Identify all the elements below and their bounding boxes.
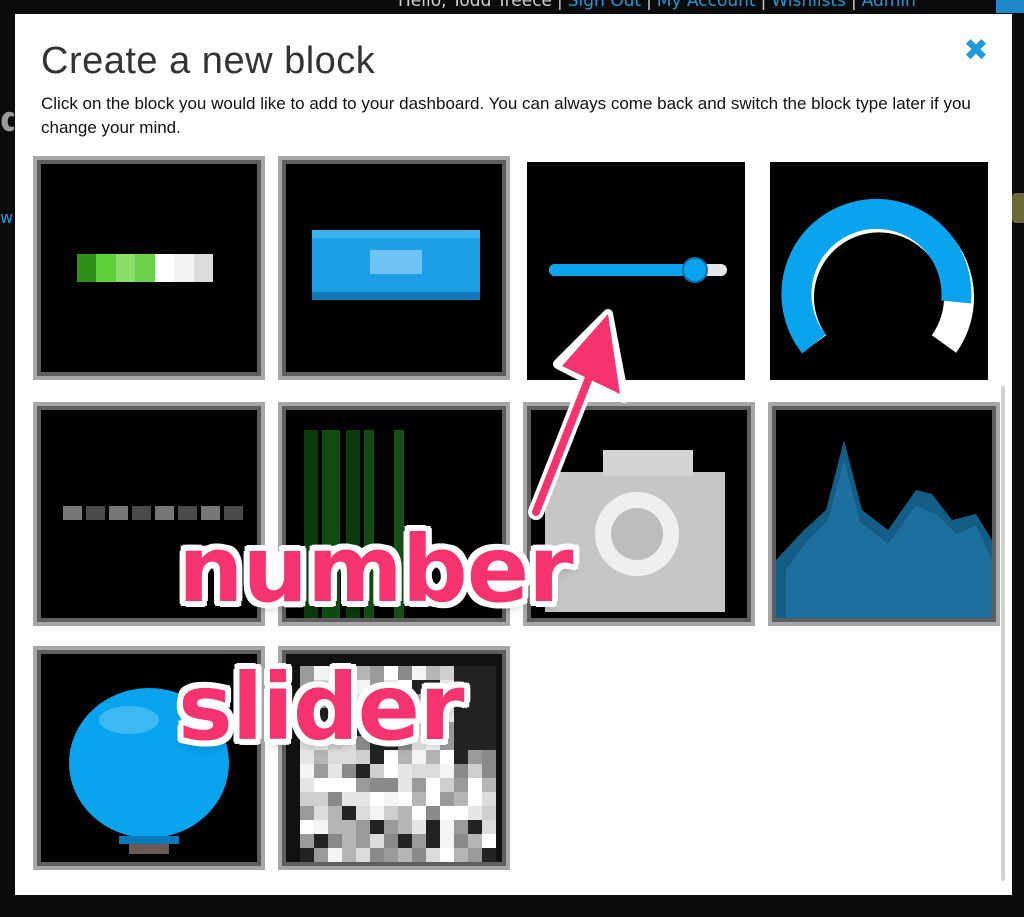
modal-scrollbar[interactable] — [1001, 386, 1005, 881]
block-option-gauge[interactable] — [770, 162, 1002, 386]
gauge-block-icon — [770, 162, 988, 380]
background-page-heading: da — [0, 100, 14, 140]
toggle-block-icon — [41, 164, 257, 372]
block-option-button[interactable] — [278, 156, 510, 380]
annotation-slider-text: slider — [178, 654, 464, 761]
top-navigation: Hello, Todd Treece | Sign Out | My Account | W… — [0, 0, 1024, 14]
background-search-button — [1012, 193, 1024, 223]
my-account-link[interactable]: My Account — [657, 0, 756, 11]
admin-link[interactable]: Admin — [862, 0, 916, 11]
annotation-arrow — [528, 309, 629, 520]
greeting-text: Hello, Todd Treece — [398, 0, 553, 11]
momentary-button-block-icon — [286, 164, 502, 372]
sign-out-link[interactable]: Sign Out — [568, 0, 641, 11]
modal-title: Create a new block — [41, 40, 376, 82]
block-option-chart[interactable] — [768, 402, 1000, 626]
background-page-link: w — [0, 208, 14, 227]
top-action-button[interactable] — [996, 0, 1024, 13]
close-icon[interactable]: ✖ — [961, 36, 991, 66]
modal-description: Click on the block you would like to add… — [41, 94, 971, 137]
line-chart-block-icon — [776, 410, 992, 618]
block-option-toggle[interactable] — [33, 156, 265, 380]
top-nav-links: Hello, Todd Treece | Sign Out | My Account | W… — [398, 0, 916, 11]
wishlists-link[interactable]: Wishlists — [771, 0, 846, 11]
